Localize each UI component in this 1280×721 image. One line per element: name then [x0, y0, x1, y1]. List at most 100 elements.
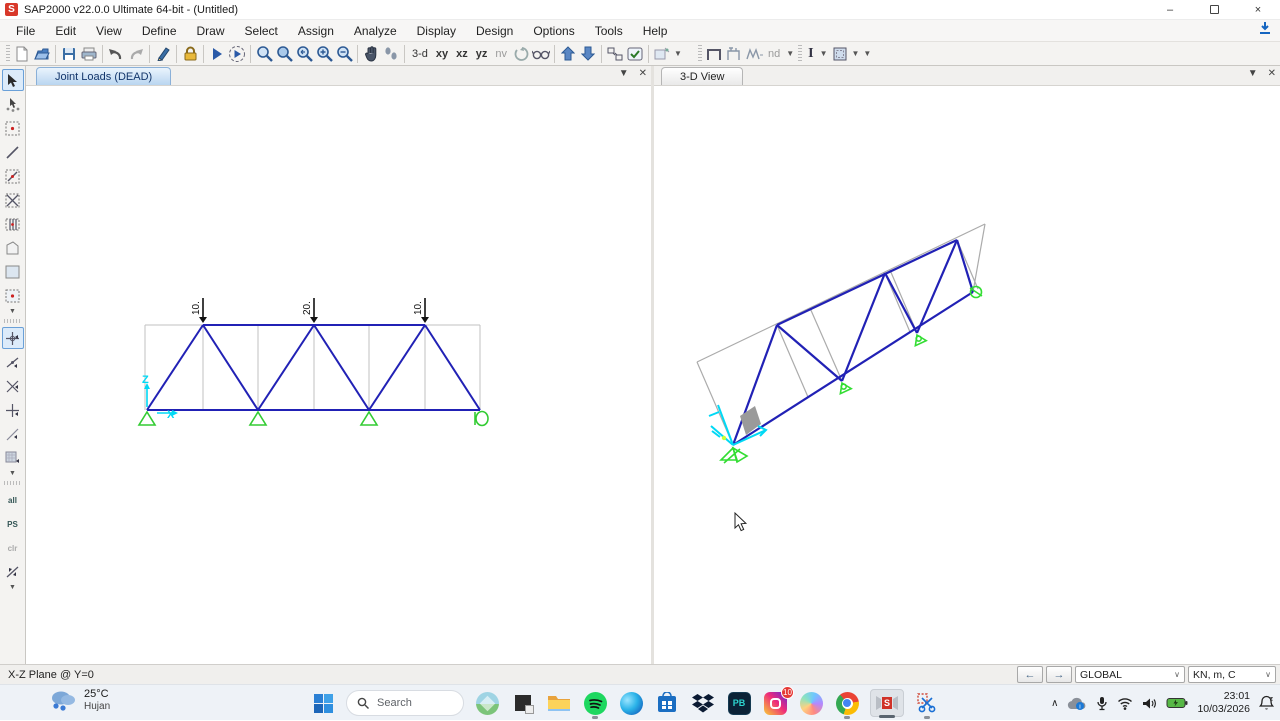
previous-named-display-icon[interactable]: ← [1017, 666, 1043, 683]
rotate-view-icon[interactable] [511, 44, 531, 64]
tab-3d-view[interactable]: 3-D View [661, 67, 744, 85]
sap2000-taskbar-icon[interactable]: S [870, 689, 904, 718]
model-canvas-3d[interactable] [654, 86, 1280, 664]
clear-selection-button[interactable]: clr [2, 537, 24, 559]
copilot-icon[interactable] [798, 690, 824, 716]
display-dropdown-icon[interactable]: ▼ [672, 49, 684, 58]
draw-special-joint-icon[interactable] [2, 117, 24, 139]
support-symbols-2d[interactable] [137, 410, 489, 427]
moment-releases-icon[interactable] [744, 44, 764, 64]
redo-icon[interactable] [126, 44, 146, 64]
frame-dropdown-icon[interactable]: ▼ [784, 49, 796, 58]
zoom-rubberband-icon[interactable] [254, 44, 274, 64]
battery-icon[interactable] [1166, 697, 1188, 709]
draw-poly-area-icon[interactable] [2, 237, 24, 259]
section-designer-icon[interactable] [724, 44, 744, 64]
draw-dropdown-icon[interactable]: ▼ [9, 308, 16, 316]
right-panel-close-icon[interactable]: ✕ [1268, 68, 1276, 79]
pointer-select-icon[interactable] [1, 69, 24, 91]
menu-help[interactable]: Help [633, 20, 678, 42]
quick-draw-braces-icon[interactable] [2, 189, 24, 211]
onedrive-icon[interactable]: i [1067, 696, 1087, 711]
quick-draw-frame-icon[interactable] [2, 165, 24, 187]
snap-lines-icon[interactable] [2, 423, 24, 445]
toolbar-grip[interactable] [6, 44, 10, 63]
zoom-previous-icon[interactable] [294, 44, 314, 64]
file-explorer-icon[interactable] [546, 690, 572, 716]
spotify-icon[interactable] [582, 690, 608, 719]
isection-icon[interactable]: I [804, 46, 817, 62]
menu-display[interactable]: Display [407, 20, 466, 42]
toolbar-grip-3[interactable] [798, 44, 803, 63]
zoom-out-icon[interactable] [334, 44, 354, 64]
start-button[interactable] [310, 690, 336, 716]
open-file-icon[interactable] [32, 44, 52, 64]
coord-system-dropdown[interactable]: GLOBAL ∨ [1075, 666, 1185, 683]
new-file-icon[interactable] [12, 44, 32, 64]
restore-icon[interactable] [1192, 0, 1236, 20]
glasses-view-icon[interactable] [531, 44, 551, 64]
isection-dropdown-icon[interactable]: ▼ [818, 49, 830, 58]
previous-selection-button[interactable]: PS [2, 513, 24, 535]
select-dropdown-icon[interactable]: ▼ [9, 584, 16, 592]
support-symbols-3d[interactable] [719, 285, 983, 464]
search-input[interactable]: Search [346, 690, 464, 716]
zoom-in-icon[interactable] [314, 44, 334, 64]
draw-frame-icon[interactable] [2, 141, 24, 163]
pencil-draw-icon[interactable] [153, 44, 173, 64]
select-all-button[interactable]: all [2, 489, 24, 511]
draw-rectangular-area-icon[interactable] [2, 261, 24, 283]
menu-define[interactable]: Define [132, 20, 187, 42]
menu-assign[interactable]: Assign [288, 20, 344, 42]
shrink-objects-icon[interactable] [605, 44, 625, 64]
snap-grid-icon[interactable] [2, 447, 24, 469]
dropbox-icon[interactable] [690, 690, 716, 716]
view-xy-button[interactable]: xy [432, 48, 452, 60]
model-canvas-2d[interactable]: 10. 20. 10. Z X [26, 86, 651, 664]
volume-icon[interactable] [1142, 697, 1157, 710]
task-view-icon[interactable] [510, 690, 536, 716]
units-dropdown[interactable]: KN, m, C ∨ [1188, 666, 1276, 683]
frame-properties-icon[interactable] [704, 44, 724, 64]
snipping-tool-icon[interactable] [914, 690, 940, 719]
view-xz-button[interactable]: xz [452, 48, 472, 60]
instagram-icon[interactable]: 10 [762, 686, 794, 716]
edge-browser-icon[interactable] [618, 690, 644, 716]
menu-options[interactable]: Options [523, 20, 584, 42]
next-named-display-icon[interactable]: → [1046, 666, 1072, 683]
microphone-icon[interactable] [1096, 696, 1108, 711]
set-display-options-icon[interactable] [625, 44, 645, 64]
snap-joints-icon[interactable] [1, 327, 24, 349]
reshape-object-icon[interactable] [2, 93, 24, 115]
menu-edit[interactable]: Edit [45, 20, 86, 42]
photos-app-icon[interactable] [474, 690, 500, 716]
close-icon[interactable]: × [1236, 0, 1280, 20]
move-down-icon[interactable] [578, 44, 598, 64]
area-dropdown-icon[interactable]: ▼ [850, 49, 862, 58]
right-panel-menu-icon[interactable]: ▼ [1248, 68, 1258, 79]
snap-dropdown-icon[interactable]: ▼ [9, 470, 16, 478]
toolbar-grip-2[interactable] [697, 44, 702, 63]
lock-icon[interactable] [180, 44, 200, 64]
pan-icon[interactable] [361, 44, 381, 64]
view-yz-button[interactable]: yz [472, 48, 492, 60]
view-nv-button[interactable]: nv [491, 48, 511, 60]
tab-joint-loads[interactable]: Joint Loads (DEAD) [36, 67, 172, 85]
print-icon[interactable] [79, 44, 99, 64]
snap-intersections-icon[interactable] [2, 375, 24, 397]
invert-selection-icon[interactable] [2, 561, 24, 583]
menu-draw[interactable]: Draw [187, 20, 235, 42]
perspective-steps-icon[interactable] [381, 44, 401, 64]
snap-perpendicular-icon[interactable] [2, 399, 24, 421]
snap-midpoints-icon[interactable] [2, 351, 24, 373]
menu-analyze[interactable]: Analyze [344, 20, 407, 42]
chrome-icon[interactable] [834, 690, 860, 719]
undo-icon[interactable] [106, 44, 126, 64]
chevron-up-icon[interactable]: ∧ [1051, 698, 1058, 709]
truss-members-3d[interactable] [731, 239, 975, 446]
view-3d-button[interactable]: 3-d [408, 48, 432, 60]
wifi-icon[interactable] [1117, 697, 1133, 710]
menu-tools[interactable]: Tools [585, 20, 633, 42]
more-dropdown-icon[interactable]: ▼ [861, 49, 873, 58]
menu-select[interactable]: Select [235, 20, 288, 42]
